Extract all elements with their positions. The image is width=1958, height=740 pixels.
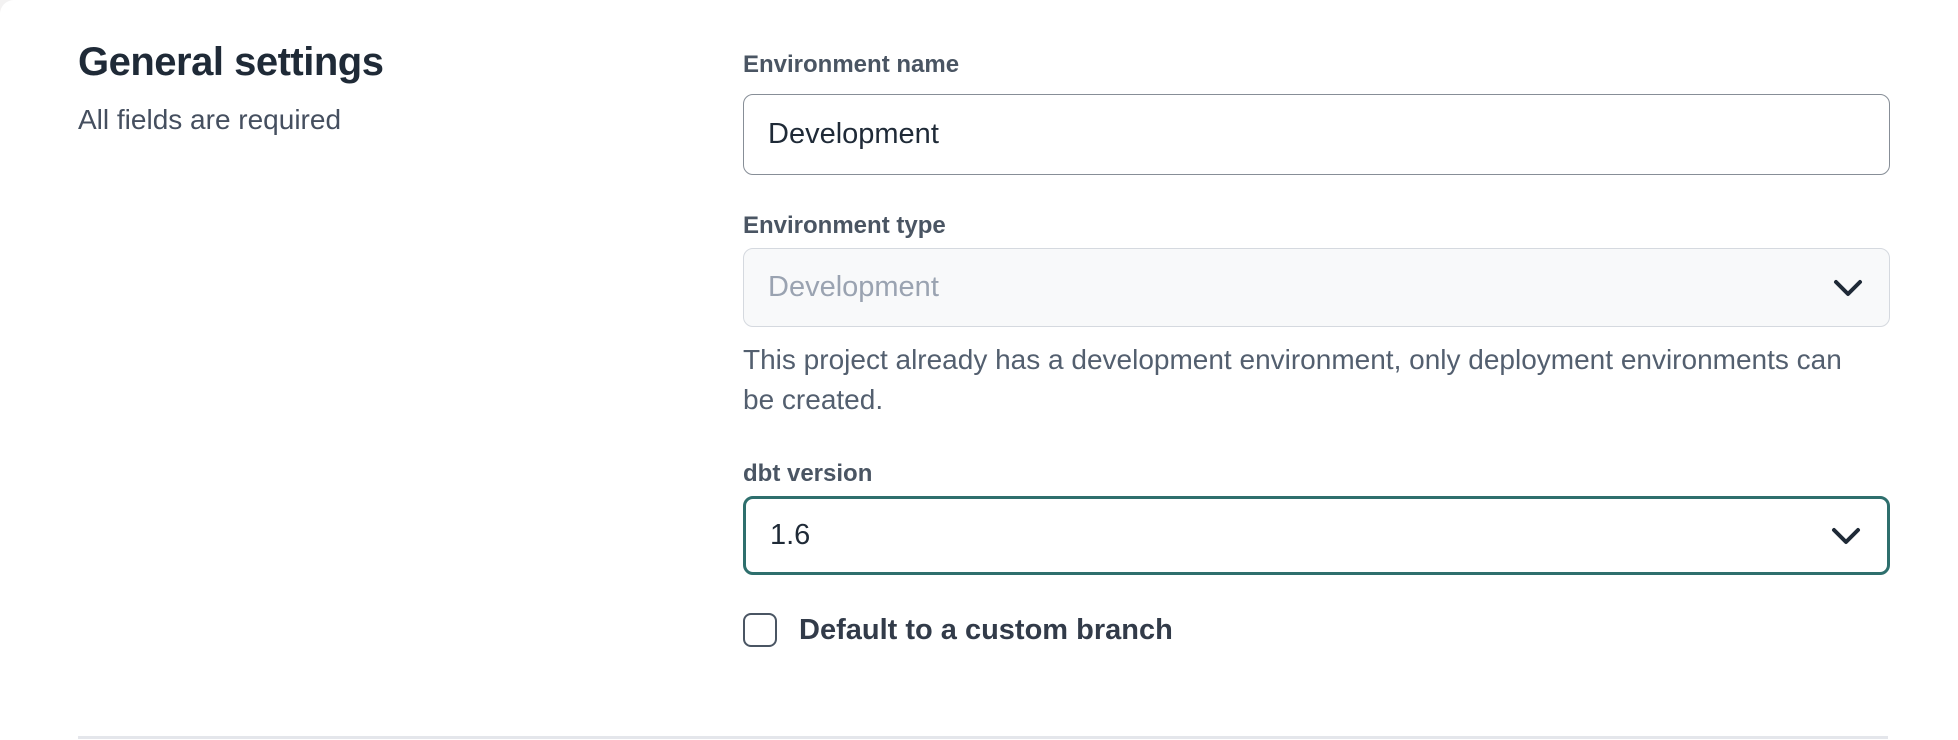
general-settings-form: Environment name Environment type Develo… (743, 51, 1890, 647)
chevron-down-icon (1833, 279, 1863, 297)
environment-type-helper-text: This project already has a development e… (743, 340, 1861, 420)
custom-branch-row: Default to a custom branch (743, 613, 1890, 647)
environment-type-value: Development (768, 271, 939, 304)
environment-type-select: Development (743, 248, 1890, 327)
page-subtitle: All fields are required (78, 104, 341, 136)
custom-branch-label[interactable]: Default to a custom branch (799, 614, 1173, 647)
section-divider (78, 736, 1888, 739)
page-title: General settings (78, 40, 383, 85)
dbt-version-select[interactable]: 1.6 (743, 496, 1890, 575)
chevron-down-icon (1831, 527, 1861, 545)
dbt-version-label: dbt version (743, 460, 1890, 488)
environment-name-input[interactable] (743, 94, 1890, 175)
settings-card: General settings All fields are required… (0, 0, 1958, 740)
environment-type-label: Environment type (743, 212, 1890, 240)
custom-branch-checkbox[interactable] (743, 613, 777, 647)
dbt-version-value: 1.6 (770, 519, 810, 552)
environment-name-label: Environment name (743, 51, 1890, 79)
